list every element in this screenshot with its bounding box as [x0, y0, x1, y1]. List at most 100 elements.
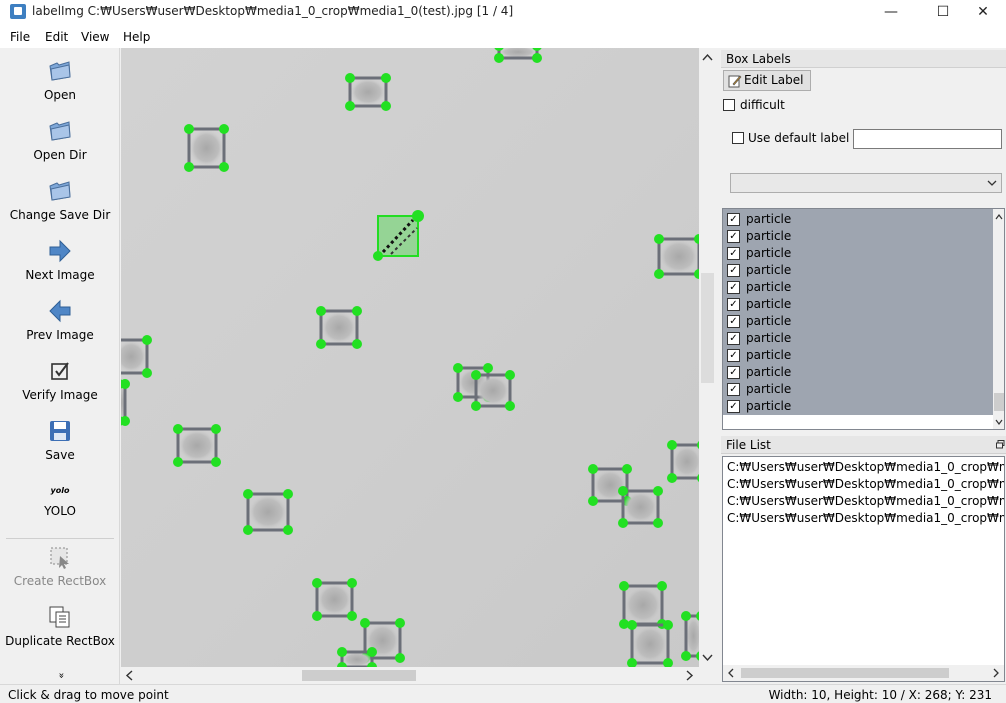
- file-list-horizontal-scrollbar[interactable]: [723, 665, 1004, 681]
- label-visible-checkbox[interactable]: ✓: [727, 298, 740, 311]
- vertex-handle[interactable]: [360, 618, 370, 628]
- vertex-handle[interactable]: [667, 473, 677, 483]
- vertex-handle[interactable]: [395, 653, 405, 663]
- verify-image-button[interactable]: Verify Image: [0, 358, 120, 402]
- vertex-handle[interactable]: [381, 73, 391, 83]
- canvas-vertical-scrollbar[interactable]: [699, 48, 716, 667]
- label-list-item[interactable]: ✓ particle: [723, 279, 993, 296]
- toolbar-extension-button[interactable]: »: [56, 669, 67, 683]
- vertex-handle[interactable]: [283, 525, 293, 535]
- vertex-handle[interactable]: [219, 124, 229, 134]
- label-list-item[interactable]: ✓ particle: [723, 245, 993, 262]
- label-list-item[interactable]: ✓ particle: [723, 211, 993, 228]
- label-visible-checkbox[interactable]: ✓: [727, 383, 740, 396]
- vertex-handle[interactable]: [681, 611, 691, 621]
- vertex-handle[interactable]: [142, 368, 152, 378]
- annotation-box[interactable]: [627, 620, 673, 667]
- label-list-item[interactable]: ✓ particle: [723, 228, 993, 245]
- vertex-handle[interactable]: [347, 611, 357, 621]
- label-visible-checkbox[interactable]: ✓: [727, 366, 740, 379]
- change-save-dir-button[interactable]: Change Save Dir: [0, 178, 120, 222]
- menu-view[interactable]: View: [81, 30, 109, 44]
- file-list-item[interactable]: C:₩Users₩user₩Desktop₩media1_0_crop₩medi…: [727, 494, 1004, 508]
- create-rectbox-button[interactable]: Create RectBox: [0, 544, 120, 588]
- vertex-handle[interactable]: [453, 363, 463, 373]
- annotation-box[interactable]: [667, 440, 699, 483]
- vertex-handle[interactable]: [653, 486, 663, 496]
- menu-file[interactable]: File: [10, 30, 30, 44]
- vertex-handle[interactable]: [627, 620, 637, 630]
- annotation-box[interactable]: [121, 335, 152, 378]
- vertex-handle[interactable]: [184, 124, 194, 134]
- vertex-handle[interactable]: [316, 339, 326, 349]
- vertex-handle[interactable]: [312, 578, 322, 588]
- vertex-handle[interactable]: [657, 581, 667, 591]
- annotation-box[interactable]: [316, 306, 362, 349]
- label-visible-checkbox[interactable]: ✓: [727, 264, 740, 277]
- vertex-handle[interactable]: [494, 53, 504, 63]
- label-list-item[interactable]: ✓ particle: [723, 330, 993, 347]
- label-list-scrollbar[interactable]: [993, 209, 1004, 429]
- vertex-handle[interactable]: [618, 486, 628, 496]
- edit-label-button[interactable]: Edit Label: [723, 70, 811, 91]
- vertex-handle[interactable]: [173, 424, 183, 434]
- label-list-item[interactable]: ✓ particle: [723, 347, 993, 364]
- vertex-handle[interactable]: [681, 651, 691, 661]
- label-list-item[interactable]: ✓ particle: [723, 296, 993, 313]
- vertex-handle[interactable]: [654, 234, 664, 244]
- next-image-button[interactable]: Next Image: [0, 238, 120, 282]
- menu-edit[interactable]: Edit: [45, 30, 68, 44]
- annotation-box[interactable]: [471, 370, 515, 411]
- minimize-button[interactable]: —: [868, 0, 914, 26]
- file-list-item[interactable]: C:₩Users₩user₩Desktop₩media1_0_crop₩medi…: [727, 511, 1004, 525]
- save-button[interactable]: Save: [0, 418, 120, 462]
- selected-box[interactable]: [373, 210, 424, 261]
- annotation-box[interactable]: [345, 73, 391, 111]
- vertex-handle[interactable]: [453, 392, 463, 402]
- annotation-layer[interactable]: [121, 48, 699, 667]
- open-button[interactable]: Open: [0, 58, 120, 102]
- vertex-handle[interactable]: [622, 464, 632, 474]
- float-dock-icon[interactable]: [996, 440, 1005, 449]
- file-list-item[interactable]: C:₩Users₩user₩Desktop₩media1_0_crop₩medi…: [727, 477, 1004, 491]
- label-visible-checkbox[interactable]: ✓: [727, 400, 740, 413]
- vertex-handle[interactable]: [588, 496, 598, 506]
- vertex-handle[interactable]: [412, 210, 424, 222]
- yolo-button[interactable]: yolo YOLO: [0, 482, 120, 518]
- vertex-handle[interactable]: [471, 370, 481, 380]
- dock-splitter[interactable]: [716, 48, 720, 684]
- vertex-handle[interactable]: [471, 401, 481, 411]
- vertex-handle[interactable]: [283, 489, 293, 499]
- default-label-input[interactable]: [853, 129, 1002, 149]
- label-visible-checkbox[interactable]: ✓: [727, 315, 740, 328]
- use-default-label-checkbox[interactable]: [732, 132, 744, 144]
- vertex-handle[interactable]: [505, 401, 515, 411]
- vertex-handle[interactable]: [173, 457, 183, 467]
- label-visible-checkbox[interactable]: ✓: [727, 247, 740, 260]
- vertex-handle[interactable]: [312, 611, 322, 621]
- label-visible-checkbox[interactable]: ✓: [727, 332, 740, 345]
- annotation-box[interactable]: [243, 489, 293, 535]
- label-list-item[interactable]: ✓ particle: [723, 398, 993, 415]
- annotation-box[interactable]: [618, 486, 663, 528]
- vertex-handle[interactable]: [618, 518, 628, 528]
- annotation-box[interactable]: [619, 581, 667, 629]
- vertex-handle[interactable]: [663, 620, 673, 630]
- vertex-handle[interactable]: [243, 525, 253, 535]
- vertex-handle[interactable]: [588, 464, 598, 474]
- vertex-handle[interactable]: [667, 440, 677, 450]
- vertex-handle[interactable]: [619, 581, 629, 591]
- duplicate-rectbox-button[interactable]: Duplicate RectBox: [0, 604, 120, 648]
- image-canvas[interactable]: [121, 48, 699, 667]
- vertex-handle[interactable]: [211, 424, 221, 434]
- vertex-handle[interactable]: [505, 370, 515, 380]
- annotation-box[interactable]: [184, 124, 229, 172]
- vertex-handle[interactable]: [381, 101, 391, 111]
- vertex-handle[interactable]: [347, 578, 357, 588]
- label-list-item[interactable]: ✓ particle: [723, 313, 993, 330]
- vertex-handle[interactable]: [345, 101, 355, 111]
- label-combobox[interactable]: [730, 173, 1002, 193]
- vertex-handle[interactable]: [337, 647, 347, 657]
- vertex-handle[interactable]: [654, 269, 664, 279]
- label-visible-checkbox[interactable]: ✓: [727, 213, 740, 226]
